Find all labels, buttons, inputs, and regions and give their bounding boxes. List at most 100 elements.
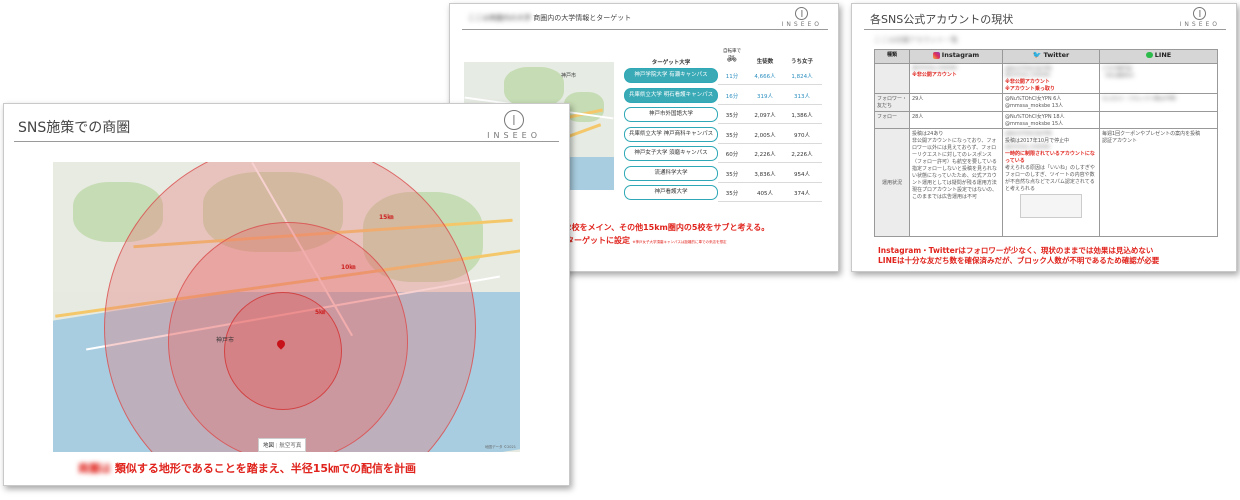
university-pill: 神戸市外国語大学 [624, 107, 718, 122]
radius-label-10km: 10㎞ [341, 264, 356, 271]
row-divider [718, 123, 822, 124]
map-place-label: 神戸市 [216, 337, 235, 344]
sns-comparison-table: 種類 Instagram 🐦 Twitter LINE @mmssa_moksbe… [874, 49, 1218, 237]
student-count: 2,226人 [754, 152, 776, 158]
university-pill: 神戸女子大学 須磨キャンパス [624, 146, 718, 161]
logo-text: INSEEO [487, 131, 541, 140]
instagram-label: Instagram [941, 51, 980, 59]
blurred-title: ここは商圏内の大学 [468, 14, 531, 22]
cell: 11,211人（ブロック人数は不明） [1099, 93, 1218, 112]
caption-text: 類似する地形であることを踏まえ、半径15㎞での配信を計画 [114, 462, 417, 475]
note: ※非公開アカウント [912, 72, 957, 78]
conclusion-line-1: 前後の2校をメイン、その他15km圏内の5校をサブと考える。 [542, 223, 770, 232]
row-divider [718, 181, 822, 183]
cell [1099, 111, 1218, 129]
cell: @mmssa_moksbe ※非公開アカウント [909, 63, 1003, 94]
bullet: 考えられる原因は「いいね」のしすぎやフォローのしすぎ、ツイートの内容や数が不自然… [1005, 165, 1095, 192]
title-rule [462, 29, 828, 30]
conclusion-note: ※神戸女子大学須磨キャンパスは距離的に車での来店を想定 [632, 240, 727, 244]
note: ※アカウント乗っ取り [1005, 86, 1055, 92]
row-header-type: 種類 [874, 49, 910, 64]
university-pill: 神戸学院大学 有瀬キャンパス [624, 68, 718, 83]
female-count: 1,386人 [791, 113, 813, 119]
trade-area-map: 15㎞ 10㎞ 5㎞ 神戸市 地図 | 航空写真 地図データ ©2021 [53, 162, 520, 452]
slide-sns-accounts: 各SNS公式アカウントの現状 INSEEO ここは店舗アカウント一覧 種類 In… [851, 3, 1237, 272]
row-divider [718, 103, 822, 105]
title-rule [864, 29, 1226, 30]
header-university: ターゲット大学 [651, 60, 691, 66]
cell: 29人 [909, 93, 1003, 112]
cell-instagram-status: 投稿は24あり 非公開アカウントになっており、フォロワー以外には見えておらず、フ… [909, 128, 1003, 237]
map-attribution: 地図データ ©2021 [484, 445, 516, 449]
travel-time: 16分 [725, 93, 739, 100]
bullet: 毎週1回クーポンやプレゼントの案内を投稿 [1102, 131, 1201, 137]
travel-time: 35分 [725, 132, 739, 139]
slide-title: SNS施策での商圏 [18, 120, 131, 136]
bullet: 現在プロアカウント設定ではないの、このままでは広告運用は不可 [912, 187, 998, 200]
row-label [874, 63, 910, 94]
map-type-toggle[interactable]: 地図 | 航空写真 [258, 438, 307, 452]
bullet: 認証アカウント [1102, 138, 1138, 144]
student-count: 2,005人 [754, 132, 776, 139]
slide-title: ここは商圏内の大学 商圏内の大学情報とターゲット [468, 13, 631, 23]
account-id: @mmssa_moksbe [912, 65, 958, 71]
row-label: フォロー [874, 111, 910, 129]
line-icon [1145, 52, 1153, 58]
logo-text: INSEEO [781, 21, 822, 28]
female-count: 954人 [794, 171, 810, 178]
value: @mmssa_moksbe 13人 [1005, 103, 1064, 109]
university-pill: 兵庫県立大学 明石看護キャンパス [624, 87, 718, 103]
value: @Nu%TOhCI女YPN 6人 [1005, 96, 1062, 102]
twitter-label: Twitter [1043, 51, 1070, 59]
bullet: 非公開アカウントになっており、フォロワー以外には見えておらず、フォローリクエスト… [912, 138, 997, 165]
conclusion-line-2: LINEは十分な友だち数を確保済みだが、ブロック人数が不明であるため確認が必要 [878, 256, 1160, 265]
bullet: 投稿は24あり [912, 131, 944, 137]
bullet: 投稿は2017年10月で停止中 [1005, 138, 1070, 144]
col-line: LINE [1099, 49, 1218, 64]
student-count: 319人 [757, 93, 773, 100]
caption: 商圏は 類似する地形であることを踏まえ、半径15㎞での配信を計画 [78, 460, 416, 476]
blurred-caption-prefix: 商圏は [78, 462, 111, 475]
twitter-icon: 🐦 [1032, 51, 1042, 59]
female-count: 970人 [794, 132, 810, 139]
account-id: @Nu%TOhCI女YPN [1005, 131, 1052, 137]
line-label: LINE [1154, 51, 1172, 59]
university-pill: 兵庫県立大学 神戸商科キャンパス [624, 126, 718, 142]
row-label: 運用状況 [874, 128, 910, 237]
slide-trade-area: SNS施策での商圏 INSEEO 15㎞ 10㎞ 5㎞ 神戸市 地図 | 航空写… [3, 103, 570, 486]
cell-twitter-status: @Nu%TOhCI女YPN 投稿は2017年10月で停止中 @mmssa_mok… [1002, 128, 1100, 237]
map-place-label: 神戸市 [561, 73, 577, 79]
slide-title: 各SNS公式アカウントの現状 [870, 13, 1014, 26]
student-count: 4,666人 [754, 74, 776, 80]
cell: ミモザ神戸店 （ID公開済み） [1099, 63, 1218, 94]
row-label: フォロワー・友だち [874, 93, 910, 112]
radius-label-15km: 15㎞ [379, 214, 394, 221]
inseeo-logo: INSEEO [782, 7, 822, 28]
bicycle-icon: 🚲︎ [726, 54, 738, 63]
header-female: うち女子 [790, 59, 813, 65]
title-rule [14, 141, 559, 142]
inseeo-logo: INSEEO [1180, 7, 1220, 28]
title-text: 商圏内の大学情報とターゲット [533, 14, 632, 22]
note: ※非公開アカウント [1005, 79, 1050, 85]
student-count: 3,836人 [754, 171, 776, 178]
cell: @Nu%TOhCI女YPN 18人 @mmssa_moksbe 15人 [1002, 111, 1100, 129]
account-note: （ID公開済み） [1102, 73, 1138, 79]
divider: | [275, 443, 278, 449]
cell-line-status: 毎週1回クーポンやプレゼントの案内を投稿 認証アカウント [1099, 128, 1218, 237]
satellite-view-button[interactable]: 航空写真 [279, 443, 301, 449]
map-view-button[interactable]: 地図 [263, 443, 274, 449]
travel-time: 11分 [725, 74, 739, 80]
account-name: ミモザ神戸店 [1102, 66, 1133, 72]
col-instagram: Instagram [909, 49, 1003, 64]
bullet: 一時的に制限されているアカウントになっている [1005, 151, 1095, 164]
student-count: 2,097人 [754, 113, 776, 119]
row-divider [718, 201, 822, 202]
travel-time: 35分 [725, 171, 739, 178]
header-students: 生徒数 [756, 59, 774, 65]
female-count: 313人 [794, 93, 810, 100]
radius-label-5km: 5㎞ [315, 309, 326, 316]
cell: @Nu%TOhCI女YPN 6人 @mmssa_moksbe 13人 [1002, 93, 1100, 112]
blurred-subtitle: ここは店舗アカウント一覧 [874, 36, 958, 44]
female-count: 2,226人 [791, 152, 813, 158]
